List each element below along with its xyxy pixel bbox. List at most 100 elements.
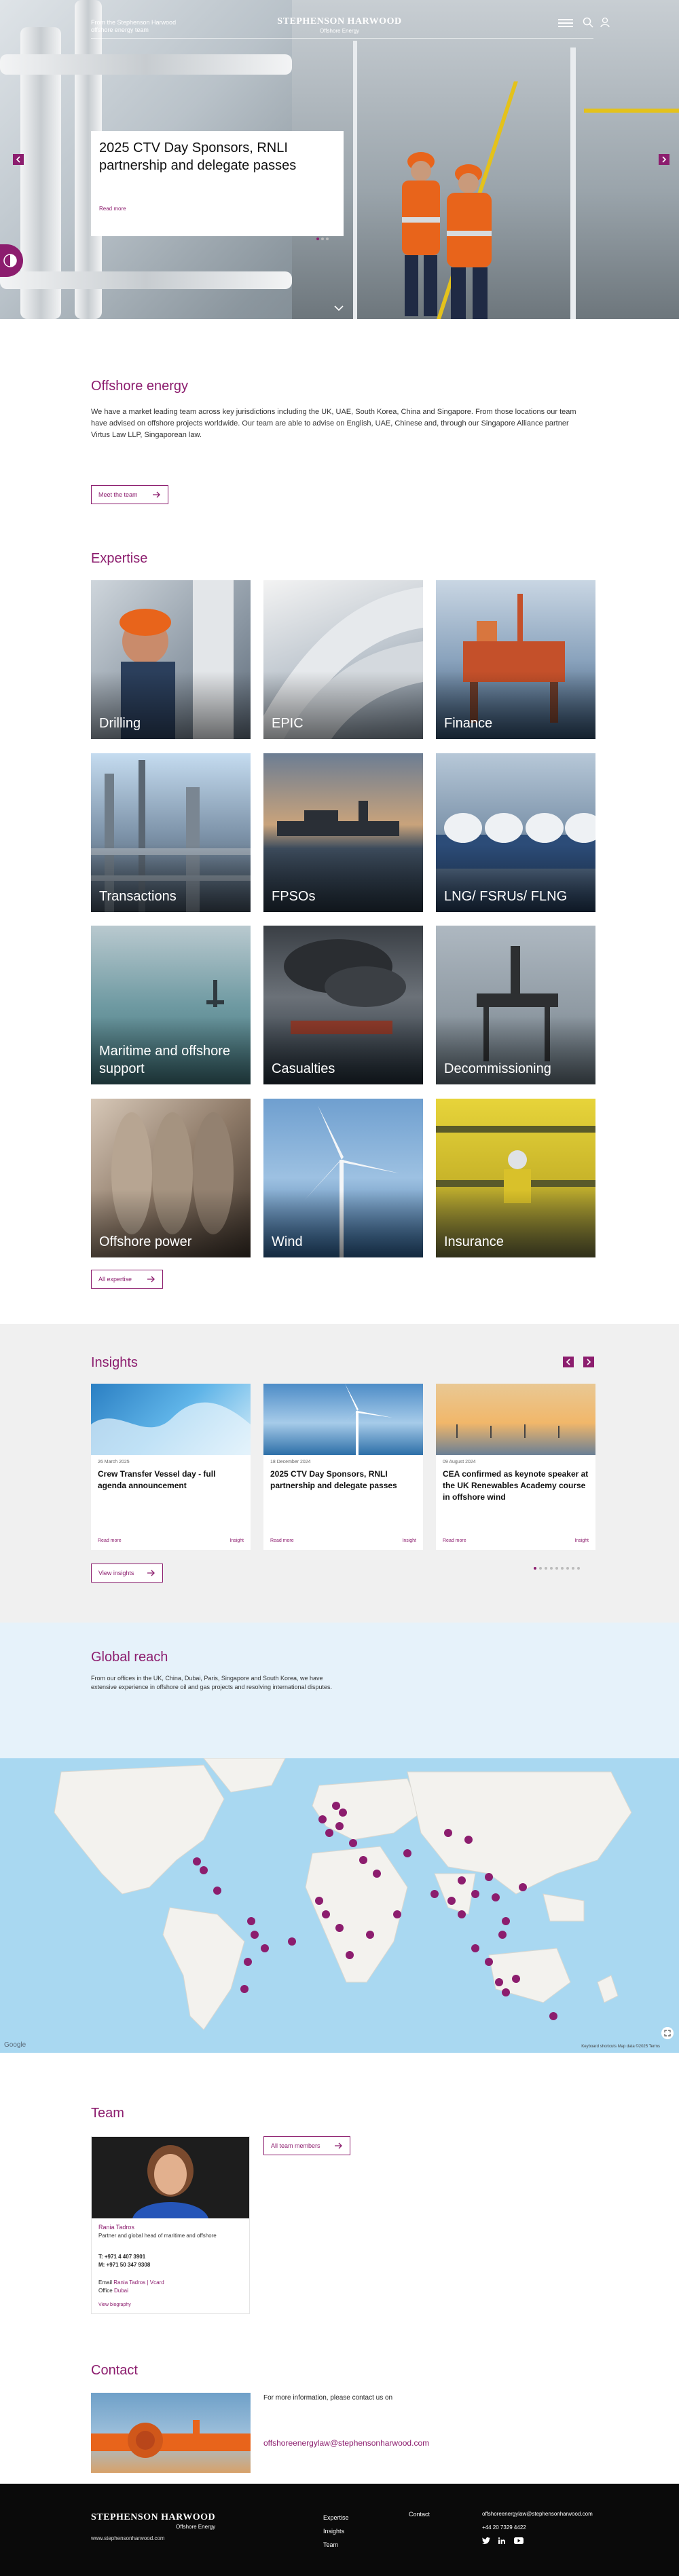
footer-nav-contact[interactable]: Contact (409, 2511, 430, 2518)
expertise-tile-wind[interactable]: Wind (263, 1099, 423, 1257)
expertise-tile-epic[interactable]: EPIC (263, 580, 423, 739)
insight-read-more[interactable]: Read more (270, 1538, 294, 1543)
chevron-down-icon[interactable] (333, 305, 344, 311)
pagination-dot[interactable] (550, 1567, 553, 1570)
insight-read-more[interactable]: Read more (98, 1538, 122, 1543)
team-member-mob: M: +971 50 347 9308 (98, 2262, 151, 2268)
contact-image (91, 2393, 251, 2473)
pagination-dot[interactable] (316, 238, 319, 240)
site-footer: STEPHENSON HARWOOD Offshore Energy www.s… (0, 2484, 679, 2576)
pagination-dot[interactable] (539, 1567, 542, 1570)
pagination-dot[interactable] (534, 1567, 536, 1570)
insight-title: CEA confirmed as keynote speaker at the … (443, 1469, 589, 1502)
arrow-right-icon (147, 1570, 155, 1576)
expertise-tile-finance[interactable]: Finance (436, 580, 595, 739)
menu-icon[interactable] (558, 19, 573, 27)
site-logo[interactable]: STEPHENSON HARWOOD Offshore Energy (0, 16, 679, 34)
contact-text: For more information, please contact us … (263, 2394, 393, 2402)
map-credits[interactable]: Keyboard shortcuts Map data ©2025 Terms (581, 2045, 660, 2049)
tile-label: Casualties (272, 1061, 335, 1076)
hero-prev-button[interactable] (13, 154, 24, 165)
team-member-office[interactable]: Dubai (114, 2288, 128, 2294)
insight-card[interactable]: 26 March 2025 Crew Transfer Vessel day -… (91, 1384, 251, 1550)
all-expertise-button[interactable]: All expertise (91, 1270, 163, 1289)
expertise-tile-insurance[interactable]: Insurance (436, 1099, 595, 1257)
expertise-tile-offshore-power[interactable]: Offshore power (91, 1099, 251, 1257)
pagination-dot[interactable] (561, 1567, 564, 1570)
insight-card[interactable]: 18 December 2024 2025 CTV Day Sponsors, … (263, 1384, 423, 1550)
twitter-icon[interactable] (482, 2535, 490, 2547)
hero-pipe (0, 54, 292, 75)
world-map[interactable]: Google Keyboard shortcuts Map data ©2025… (0, 1758, 679, 2053)
tile-label: EPIC (272, 716, 304, 731)
expertise-tile-lng[interactable]: LNG/ FSRUs/ FLNG (436, 753, 595, 912)
offshore-wind-farm-image (456, 1424, 559, 1438)
footer-nav-team[interactable]: Team (323, 2538, 349, 2552)
expertise-tile-transactions[interactable]: Transactions (91, 753, 251, 912)
pagination-dot[interactable] (572, 1567, 574, 1570)
insight-image (263, 1384, 423, 1455)
insights-pagination-dots[interactable] (534, 1561, 583, 1573)
pagination-dot[interactable] (321, 238, 324, 240)
expertise-tile-fpsos[interactable]: FPSOs (263, 753, 423, 912)
footer-nav-insights[interactable]: Insights (323, 2524, 349, 2538)
fullscreen-button[interactable] (661, 2027, 674, 2039)
hero-read-more-link[interactable]: Read more (99, 206, 126, 212)
map-attribution: Google (4, 2041, 26, 2049)
pagination-dot[interactable] (545, 1567, 547, 1570)
contact-email-link[interactable]: offshoreenergylaw@stephensonharwood.com (263, 2438, 429, 2448)
email-label: Email (98, 2279, 113, 2286)
insight-card[interactable]: 09 August 2024 CEA confirmed as keynote … (436, 1384, 595, 1550)
view-biography-link[interactable]: View biography (98, 2303, 131, 2307)
tile-label: Transactions (99, 889, 177, 904)
team-member-tel: T: +971 4 407 3901 (98, 2254, 146, 2260)
view-insights-button[interactable]: View insights (91, 1564, 163, 1583)
expertise-tile-decommissioning[interactable]: Decommissioning (436, 926, 595, 1084)
footer-logo[interactable]: STEPHENSON HARWOOD Offshore Energy (91, 2512, 215, 2530)
hero-next-button[interactable] (659, 154, 669, 165)
meet-the-team-button[interactable]: Meet the team (91, 485, 168, 504)
user-icon[interactable] (600, 17, 610, 28)
insights-prev-button[interactable] (563, 1357, 574, 1367)
hero-slide-dots[interactable] (316, 231, 331, 244)
youtube-icon[interactable] (513, 2535, 524, 2547)
pagination-dot[interactable] (555, 1567, 558, 1570)
footer-website-link[interactable]: www.stephensonharwood.com (91, 2535, 165, 2541)
chevron-right-icon (587, 1359, 591, 1365)
expertise-tile-drilling[interactable]: Drilling (91, 580, 251, 739)
wind-turbine-image (335, 1384, 392, 1455)
footer-nav-expertise[interactable]: Expertise (323, 2511, 349, 2524)
footer-email-link[interactable]: offshoreenergylaw@stephensonharwood.com (482, 2511, 593, 2517)
pagination-dot[interactable] (566, 1567, 569, 1570)
hero-card[interactable]: 2025 CTV Day Sponsors, RNLI partnership … (91, 131, 344, 236)
team-member-role: Partner and global head of maritime and … (98, 2233, 217, 2239)
all-team-members-button[interactable]: All team members (263, 2136, 350, 2155)
team-member-card[interactable]: Rania Tadros Partner and global head of … (91, 2136, 250, 2314)
expertise-tile-casualties[interactable]: Casualties (263, 926, 423, 1084)
team-member-email-links[interactable]: Rania Tadros | Vcard (113, 2279, 164, 2286)
accessibility-icon (3, 254, 17, 267)
pagination-dot[interactable] (326, 238, 329, 240)
pagination-dot[interactable] (577, 1567, 580, 1570)
portrait-image (132, 2145, 208, 2218)
insights-next-button[interactable] (583, 1357, 594, 1367)
insight-type: Insight (402, 1538, 416, 1543)
insight-read-more[interactable]: Read more (443, 1538, 466, 1543)
expertise-tile-maritime[interactable]: Maritime and offshore support (91, 926, 251, 1084)
search-icon[interactable] (583, 17, 593, 28)
hero-workers-illustration (402, 152, 492, 319)
hero-rail (353, 41, 357, 319)
insights-title: Insights (91, 1355, 138, 1370)
fullscreen-icon (664, 2030, 671, 2037)
tile-label: Wind (272, 1234, 303, 1249)
tile-label: FPSOs (272, 889, 316, 904)
team-member-office-row: Office Dubai (98, 2288, 128, 2294)
accessibility-button[interactable] (0, 244, 23, 277)
chevron-right-icon (662, 156, 667, 163)
team-member-photo (92, 2137, 249, 2218)
team-member-name[interactable]: Rania Tadros (98, 2224, 134, 2231)
logo-name: STEPHENSON HARWOOD (277, 16, 402, 26)
linkedin-icon[interactable] (498, 2535, 506, 2547)
wave-image (91, 1402, 251, 1455)
world-map-graphic (54, 1758, 632, 2030)
